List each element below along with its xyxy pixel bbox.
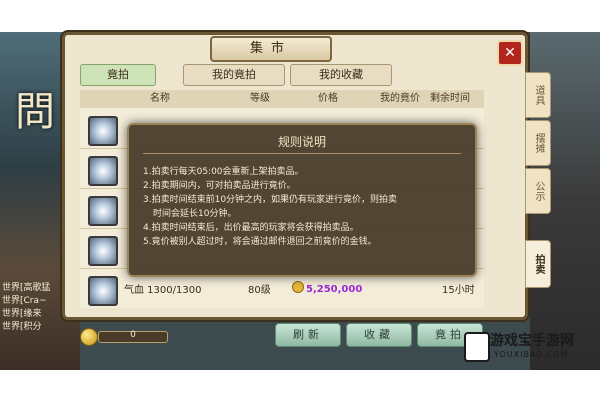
rule-line: 3.拍卖时间结束前10分钟之内，如果仍有玩家进行竟价，则拍卖 xyxy=(143,195,398,205)
side-tab-stall[interactable]: 摆摊 xyxy=(525,120,551,166)
price-value: 5,250,000 xyxy=(306,284,363,295)
site-watermark: 游戏宝手游网 YOUXIBAO.COM xyxy=(464,330,598,364)
column-header-time-left: 剩余时间 xyxy=(430,93,470,104)
chat-line: 世界[积分 xyxy=(2,322,42,332)
divider xyxy=(143,153,461,154)
side-tab-auction[interactable]: 拍卖 xyxy=(525,240,551,288)
currency-bar: 0 xyxy=(80,328,170,346)
table-header: 名称 等级 价格 我的竟价 剩余时间 xyxy=(80,90,484,108)
gold-coin-icon xyxy=(80,328,98,346)
item-icon xyxy=(88,156,118,186)
watermark-text: 游戏宝手游网 xyxy=(490,333,574,349)
item-icon xyxy=(88,276,118,306)
item-icon xyxy=(88,236,118,266)
close-button[interactable]: ✕ xyxy=(497,40,523,66)
rules-text: 1.拍卖行每天05:00会重新上架拍卖品。 2.拍卖期间内，可对拍卖品进行竟价。… xyxy=(143,165,463,249)
column-header-level: 等级 xyxy=(250,93,270,104)
item-icon xyxy=(88,116,118,146)
item-level: 80级 xyxy=(248,285,271,296)
tab-my-bids[interactable]: 我的竟拍 xyxy=(183,64,285,86)
rule-line: 4.拍卖时间结束后，出价最高的玩家将会获得拍卖品。 xyxy=(143,223,359,233)
window-title: 集市 xyxy=(210,36,332,62)
item-price: 5,250,000 xyxy=(292,281,362,295)
refresh-button[interactable]: 刷新 xyxy=(275,323,341,347)
item-time-left: 15小时 xyxy=(442,285,475,296)
item-icon xyxy=(88,196,118,226)
phone-icon xyxy=(464,332,490,362)
column-header-name: 名称 xyxy=(150,93,170,104)
tab-auction[interactable]: 竟拍 xyxy=(80,64,156,86)
column-header-my-bid: 我的竟价 xyxy=(380,93,420,104)
watermark-url: YOUXIBAO.COM xyxy=(494,350,569,359)
item-name: 气血 1300/1300 xyxy=(124,285,202,296)
tab-my-favorites[interactable]: 我的收藏 xyxy=(290,64,392,86)
column-header-price: 价格 xyxy=(318,93,338,104)
rule-line: 2.拍卖期间内，可对拍卖品进行竟价。 xyxy=(143,181,296,191)
rules-dialog: 规则说明 1.拍卖行每天05:00会重新上架拍卖品。 2.拍卖期间内，可对拍卖品… xyxy=(127,123,477,277)
favorite-button[interactable]: 收藏 xyxy=(346,323,412,347)
side-tab-notice[interactable]: 公示 xyxy=(525,168,551,214)
rule-line: 1.拍卖行每天05:00会重新上架拍卖品。 xyxy=(143,167,304,177)
side-tab-items[interactable]: 道具 xyxy=(525,72,551,118)
rule-line: 时间会延长10分钟。 xyxy=(153,209,237,219)
rule-line: 5.竟价被别人超过时，将会通过邮件退回之前竟价的金钱。 xyxy=(143,237,377,247)
gold-coin-icon xyxy=(292,281,304,293)
game-logo: 問 xyxy=(15,89,55,135)
dialog-title: 规则说明 xyxy=(277,135,326,149)
currency-value: 0 xyxy=(130,330,136,340)
